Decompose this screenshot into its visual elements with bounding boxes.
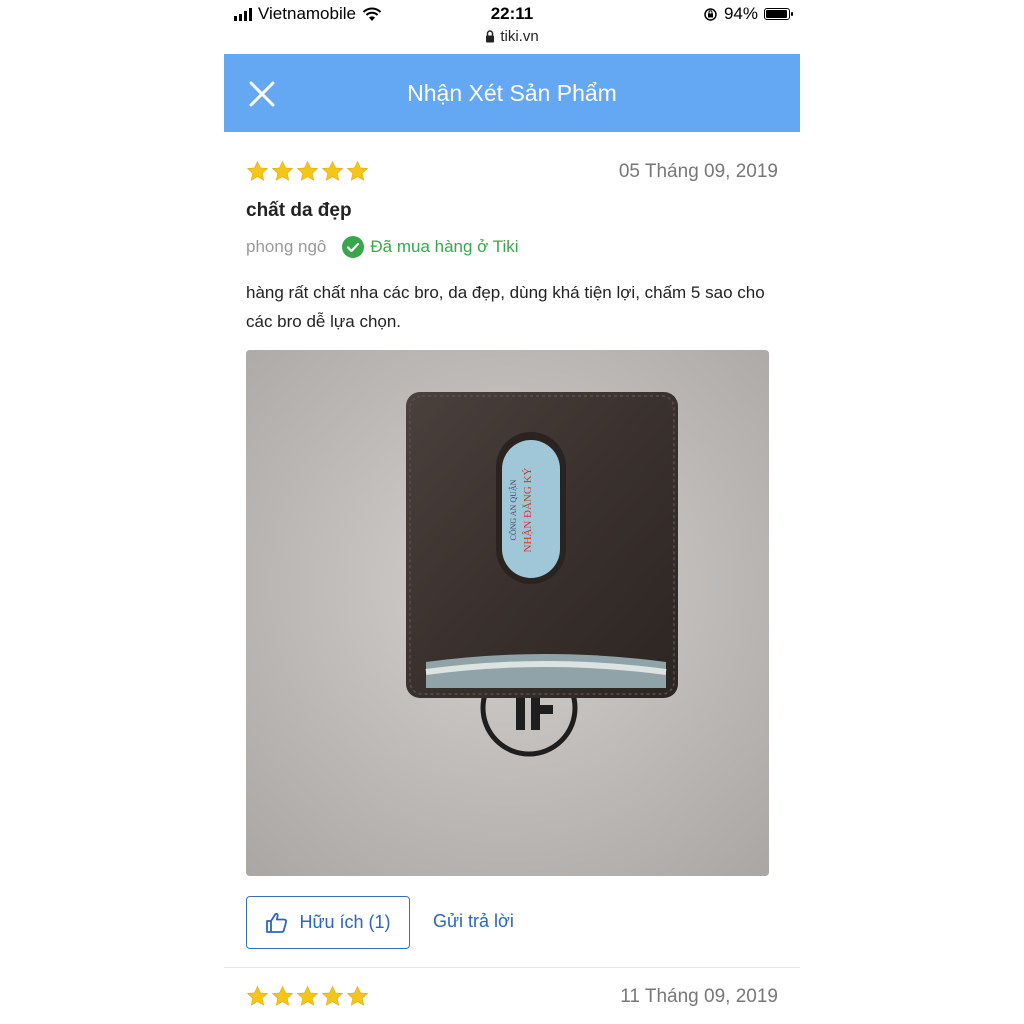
star-icon [321, 985, 344, 1006]
review-title: chất da đẹp [246, 200, 352, 221]
star-icon [296, 160, 319, 181]
review-date: 05 Tháng 09, 2019 [618, 161, 778, 182]
star-icon [271, 985, 294, 1006]
review-author: phong ngô [246, 237, 327, 256]
review-meta: phong ngô Đã mua hàng ở Tiki [246, 236, 519, 258]
phone-screen: Vietnamobile 22:11 tiki.vn 94% Nhận Xét … [224, 0, 800, 1024]
star-rating [246, 985, 369, 1008]
review-item: 05 Tháng 09, 2019 chất da đẹp phong ngô … [246, 0, 778, 967]
helpful-label: Hữu ích (1) [299, 912, 391, 932]
star-icon [346, 160, 369, 181]
review-photo[interactable]: NHẬN ĐĂNG KÝ CÔNG AN QUẬN [246, 350, 769, 876]
star-icon [246, 160, 269, 181]
wallet-photo: NHẬN ĐĂNG KÝ CÔNG AN QUẬN [246, 350, 769, 876]
svg-text:CÔNG AN QUẬN: CÔNG AN QUẬN [508, 479, 518, 540]
review-text: hàng rất chất nha các bro, da đẹp, dùng … [246, 283, 765, 331]
star-rating [246, 160, 369, 183]
helpful-button[interactable]: Hữu ích (1) [246, 896, 410, 949]
star-icon [321, 160, 344, 181]
star-icon [296, 985, 319, 1006]
review-date: 11 Tháng 09, 2019 [620, 986, 778, 1007]
verified-badge: Đã mua hàng ở Tiki [342, 236, 519, 258]
check-circle-icon [342, 236, 365, 258]
star-icon [246, 985, 269, 1006]
thumbs-up-icon [266, 912, 288, 933]
star-icon [346, 985, 369, 1006]
reply-link[interactable]: Gửi trả lời [433, 911, 514, 932]
svg-text:NHẬN ĐĂNG KÝ: NHẬN ĐĂNG KÝ [522, 467, 534, 552]
verified-label: Đã mua hàng ở Tiki [370, 237, 519, 256]
review-item: 11 Tháng 09, 2019 [246, 967, 778, 1024]
star-icon [271, 160, 294, 181]
